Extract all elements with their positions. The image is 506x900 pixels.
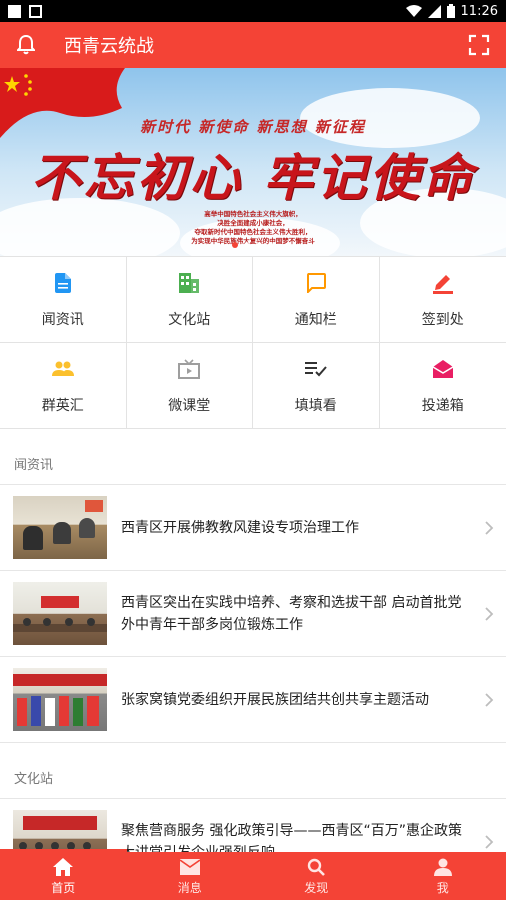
tab-label: 我 [436, 880, 449, 895]
tab-home[interactable]: 首页 [0, 852, 127, 900]
person-icon [433, 857, 453, 877]
bottom-tab-bar: 首页 消息 发现 我 [0, 852, 506, 900]
tab-label: 消息 [177, 880, 202, 895]
app-bar: 西青云统战 [0, 22, 506, 68]
section-header-culture: 文化站 [0, 757, 506, 799]
wifi-icon [405, 4, 422, 17]
tab-me[interactable]: 我 [380, 852, 506, 900]
tab-label: 首页 [51, 880, 76, 895]
carousel-dots [0, 242, 506, 248]
list-item[interactable]: 西青区开展佛教教风建设专项治理工作 [0, 485, 506, 571]
bell-icon[interactable] [14, 33, 38, 57]
grid-item-mailbox[interactable]: 投递箱 [379, 343, 506, 429]
grid-label: 闻资讯 [41, 311, 84, 328]
banner-line: 高举中国特色社会主义伟大旗帜， [204, 210, 302, 218]
chevron-right-icon [485, 606, 494, 621]
home-icon [53, 857, 74, 877]
banner-carousel[interactable]: 新时代 新使命 新思想 新征程 不忘初心 牢记使命 高举中国特色社会主义伟大旗帜… [0, 68, 506, 256]
banner-headline: 不忘初心 牢记使命 [30, 148, 476, 207]
chevron-right-icon [485, 834, 494, 849]
grid-label: 群英汇 [41, 397, 84, 414]
carousel-dot[interactable] [232, 242, 238, 248]
checklist-icon [304, 357, 328, 381]
message-icon [304, 271, 328, 295]
banner-text: 高举中国特色社会主义伟大旗帜， 决胜全面建成小康社会， 夺取新时代中国特色社会主… [0, 210, 506, 246]
grid-label: 投递箱 [421, 397, 464, 414]
news-title: 张家窝镇党委组织开展民族团结共创共享主题活动 [121, 691, 429, 708]
banner-line: 夺取新时代中国特色社会主义伟大胜利， [194, 228, 312, 236]
news-title: 西青区突出在实践中培养、考察和选拔干部 启动首批党外中青年干部多岗位锻炼工作 [121, 594, 462, 633]
grid-item-microclass[interactable]: 微课堂 [126, 343, 253, 429]
battery-icon [446, 4, 455, 18]
search-icon [306, 857, 326, 877]
mail-icon [179, 857, 200, 877]
fullscreen-icon[interactable] [468, 34, 490, 56]
status-bar: 11:26 [0, 0, 506, 22]
signal-icon [427, 4, 441, 18]
grid-item-notice[interactable]: 通知栏 [253, 257, 380, 343]
feature-grid: 闻资讯 文化站 通知栏 签到处 群英汇 微课堂 填填看 投递箱 [0, 256, 506, 429]
carousel-dot[interactable] [244, 242, 250, 248]
grid-item-news[interactable]: 闻资讯 [0, 257, 127, 343]
page-title: 西青云统战 [64, 36, 154, 57]
grid-label: 文化站 [168, 311, 211, 328]
tv-icon [177, 357, 201, 381]
building-icon [177, 271, 201, 295]
people-icon [51, 357, 75, 381]
notification-icon [8, 4, 21, 18]
tab-messages[interactable]: 消息 [127, 852, 254, 900]
banner-line: 决胜全面建成小康社会， [217, 219, 289, 227]
grid-label: 签到处 [421, 311, 464, 328]
carousel-dot[interactable] [256, 242, 262, 248]
notification-icon [29, 4, 42, 18]
chevron-right-icon [485, 692, 494, 707]
grid-item-survey[interactable]: 填填看 [253, 343, 380, 429]
tab-label: 发现 [304, 880, 329, 895]
list-item[interactable]: 张家窝镇党委组织开展民族团结共创共享主题活动 [0, 657, 506, 743]
grid-label: 微课堂 [168, 397, 211, 414]
news-thumbnail [13, 496, 107, 559]
banner-slogan: 新时代 新使命 新思想 新征程 [140, 118, 366, 136]
chevron-right-icon [485, 520, 494, 535]
grid-item-heroes[interactable]: 群英汇 [0, 343, 127, 429]
grid-item-signin[interactable]: 签到处 [379, 257, 506, 343]
grid-item-culture[interactable]: 文化站 [126, 257, 253, 343]
grid-label: 通知栏 [294, 311, 337, 328]
mail-icon [431, 357, 455, 381]
grid-label: 填填看 [294, 397, 337, 414]
carousel-dot[interactable] [268, 242, 274, 248]
pen-icon [431, 271, 455, 295]
status-time: 11:26 [460, 3, 498, 19]
news-thumbnail [13, 582, 107, 645]
document-icon [51, 271, 75, 295]
list-item[interactable]: 西青区突出在实践中培养、考察和选拔干部 启动首批党外中青年干部多岗位锻炼工作 [0, 571, 506, 657]
section-header-news: 闻资讯 [0, 443, 506, 485]
news-thumbnail [13, 668, 107, 731]
news-title: 西青区开展佛教教风建设专项治理工作 [121, 519, 359, 536]
tab-discover[interactable]: 发现 [253, 852, 380, 900]
